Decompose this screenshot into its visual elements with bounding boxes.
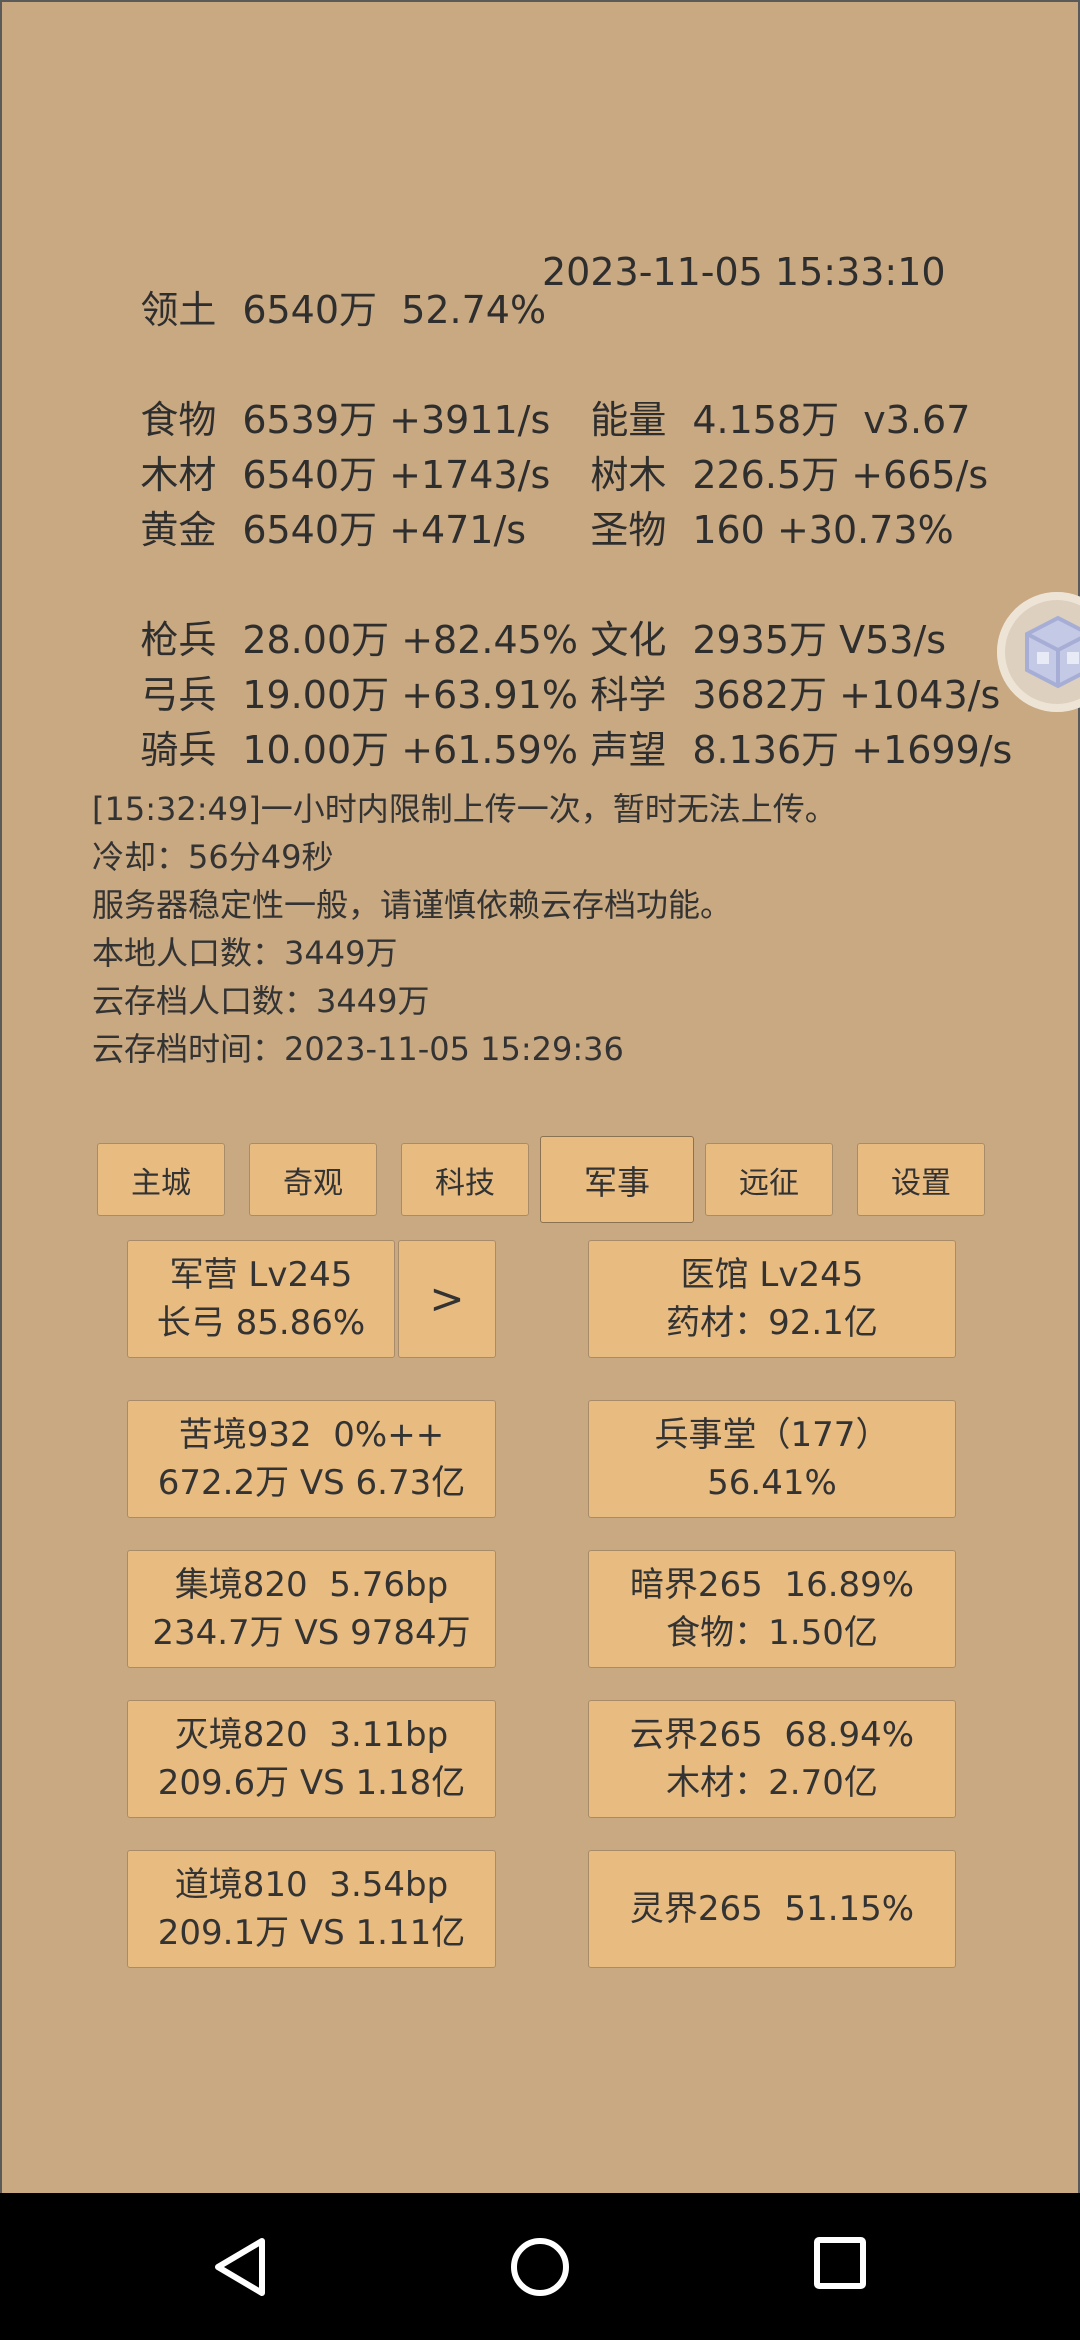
bingshitang-detail: 56.41% <box>707 1463 837 1503</box>
message-line: 本地人口数：3449万 <box>92 934 398 972</box>
resource-gold: 黄金 6540万 +471/s <box>92 473 526 587</box>
chevron-right-icon: > <box>429 1274 465 1323</box>
anjie-button[interactable]: 暗界265 16.89% 食物：1.50亿 <box>588 1550 956 1668</box>
message-line: 云存档人口数：3449万 <box>92 982 430 1020</box>
tab-military[interactable]: 军事 <box>540 1136 694 1223</box>
game-datetime: 2023-11-05 15:33:10 <box>542 250 946 294</box>
kujing-title: 苦境932 0%++ <box>178 1415 445 1455</box>
tab-main-city[interactable]: 主城 <box>97 1143 225 1216</box>
message-line: 云存档时间：2023-11-05 15:29:36 <box>92 1030 624 1068</box>
message-line: 服务器稳定性一般，请谨慎依赖云存档功能。 <box>92 886 733 924</box>
tab-settings[interactable]: 设置 <box>857 1143 985 1216</box>
game-screen: 领土 6540万 52.74% 2023-11-05 15:33:10 食物 653… <box>0 0 1080 2193</box>
kujing-button[interactable]: 苦境932 0%++ 672.2万 VS 6.73亿 <box>127 1400 496 1518</box>
territory-label: 领土 <box>140 288 217 332</box>
resource-relic: 圣物 160 +30.73% <box>542 473 954 587</box>
barracks-title: 军营 Lv245 <box>169 1255 353 1295</box>
cube-icon <box>1025 615 1080 689</box>
barracks-expand-button[interactable]: > <box>398 1240 496 1358</box>
miejing-title: 灭境820 3.11bp <box>174 1715 449 1755</box>
lingjie-title: 灵界265 51.15% <box>629 1889 915 1929</box>
territory-row: 领土 6540万 52.74% <box>92 253 546 367</box>
home-circle-icon[interactable] <box>508 2235 572 2299</box>
hospital-title: 医馆 Lv245 <box>680 1255 864 1295</box>
jijing-button[interactable]: 集境820 5.76bp 234.7万 VS 9784万 <box>127 1550 496 1668</box>
yunjie-button[interactable]: 云界265 68.94% 木材：2.70亿 <box>588 1700 956 1818</box>
message-line: 冷却：56分49秒 <box>92 838 334 876</box>
hospital-detail: 药材：92.1亿 <box>666 1303 878 1343</box>
resource-value: 160 +30.73% <box>692 508 954 552</box>
territory-value: 6540万 52.74% <box>242 288 547 332</box>
anjie-detail: 食物：1.50亿 <box>666 1613 878 1653</box>
barracks-detail: 长弓 85.86% <box>156 1303 366 1343</box>
message-line: [15:32:49]一小时内限制上传一次，暂时无法上传。 <box>92 790 837 828</box>
system-navigation-bar <box>0 2193 1080 2340</box>
resource-label: 圣物 <box>590 508 667 552</box>
yunjie-title: 云界265 68.94% <box>629 1715 915 1755</box>
tab-technology[interactable]: 科技 <box>401 1143 529 1216</box>
daojing-button[interactable]: 道境810 3.54bp 209.1万 VS 1.11亿 <box>127 1850 496 1968</box>
jijing-title: 集境820 5.76bp <box>174 1565 449 1605</box>
tab-wonders[interactable]: 奇观 <box>249 1143 377 1216</box>
recents-square-icon[interactable] <box>812 2235 868 2291</box>
bingshitang-button[interactable]: 兵事堂（177） 56.41% <box>588 1400 956 1518</box>
unit-value: 10.00万 +61.59% <box>242 728 578 772</box>
stat-value: 8.136万 +1699/s <box>692 728 1013 772</box>
hospital-button[interactable]: 医馆 Lv245 药材：92.1亿 <box>588 1240 956 1358</box>
barracks-button[interactable]: 军营 Lv245 长弓 85.86% <box>127 1240 395 1358</box>
daojing-title: 道境810 3.54bp <box>174 1865 449 1905</box>
miejing-detail: 209.6万 VS 1.18亿 <box>157 1763 466 1803</box>
stat-label: 声望 <box>590 728 667 772</box>
tab-expedition[interactable]: 远征 <box>705 1143 833 1216</box>
resource-value: 6540万 +471/s <box>242 508 527 552</box>
resource-label: 黄金 <box>140 508 217 552</box>
anjie-title: 暗界265 16.89% <box>629 1565 915 1605</box>
lingjie-button[interactable]: 灵界265 51.15% <box>588 1850 956 1968</box>
miejing-button[interactable]: 灭境820 3.11bp 209.6万 VS 1.18亿 <box>127 1700 496 1818</box>
daojing-detail: 209.1万 VS 1.11亿 <box>157 1913 466 1953</box>
yunjie-detail: 木材：2.70亿 <box>666 1763 878 1803</box>
back-triangle-icon[interactable] <box>210 2235 270 2299</box>
bingshitang-title: 兵事堂（177） <box>654 1415 890 1455</box>
jijing-detail: 234.7万 VS 9784万 <box>152 1613 471 1653</box>
kujing-detail: 672.2万 VS 6.73亿 <box>157 1463 466 1503</box>
unit-label: 骑兵 <box>140 728 217 772</box>
